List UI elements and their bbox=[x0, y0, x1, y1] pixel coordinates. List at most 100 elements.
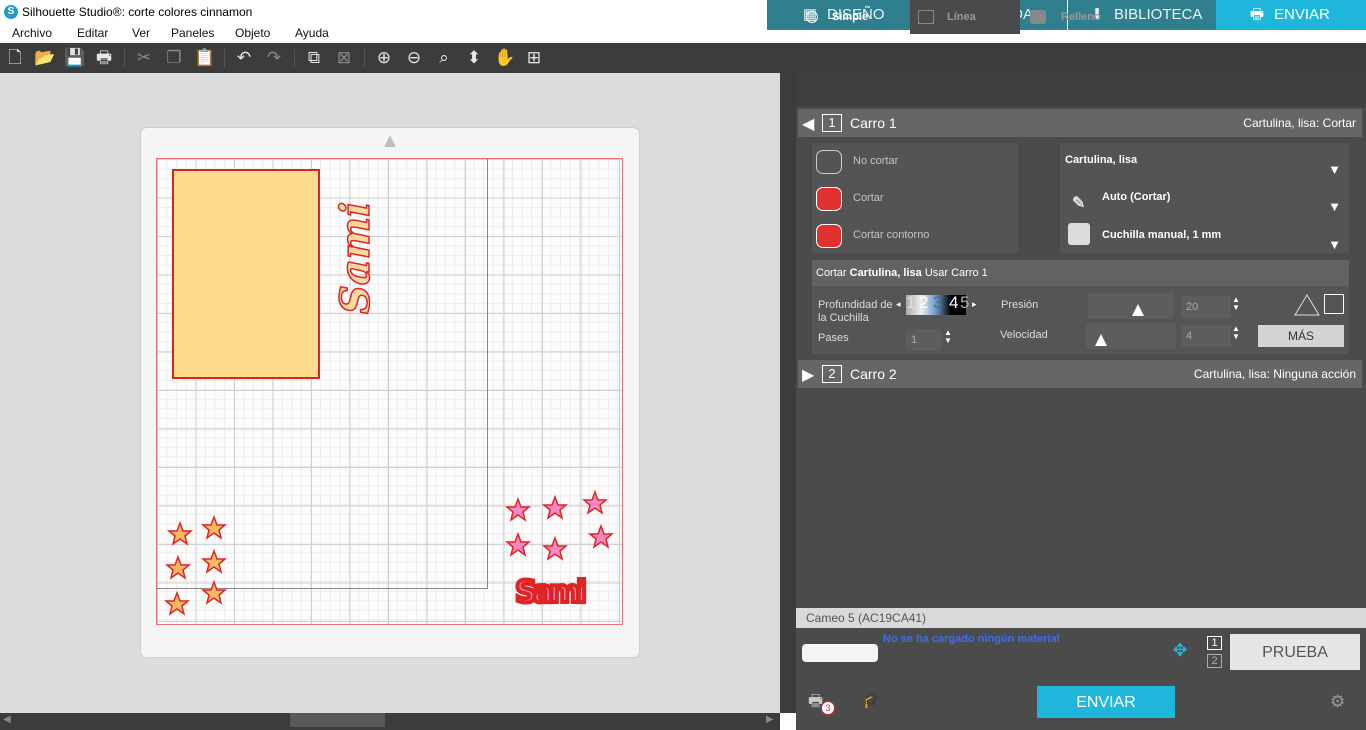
redo-icon[interactable]: ↷ bbox=[264, 48, 284, 68]
scroll-right-icon[interactable]: ▶ bbox=[766, 714, 774, 725]
option-cortar[interactable]: Cortar bbox=[812, 182, 1018, 216]
passes-label: Pases bbox=[818, 332, 849, 344]
blade-depth-label: Profundidad de la Cuchilla bbox=[818, 299, 893, 321]
test-button[interactable]: PRUEBA bbox=[1230, 634, 1360, 670]
subtab-simple-label: Simple bbox=[832, 11, 869, 23]
speed-stepper[interactable]: ▲ ▼ bbox=[1231, 325, 1241, 341]
slider-knob[interactable] bbox=[1095, 334, 1107, 346]
material-value: Cartulina, lisa bbox=[1065, 154, 1138, 166]
action-dropdown[interactable]: ✎ Auto (Cortar) ▼ bbox=[1060, 180, 1349, 214]
material-status: No se ha cargado ningún material bbox=[883, 633, 1060, 645]
print-icon[interactable]: 🖶 bbox=[94, 48, 114, 68]
cut-settings-header: Cortar Cartulina, lisa Usar Carro 1 bbox=[812, 260, 1349, 286]
gear-icon[interactable]: ⚙ bbox=[1330, 692, 1350, 712]
menu-ayuda[interactable]: Ayuda bbox=[295, 26, 329, 40]
menu-editar[interactable]: Editar bbox=[77, 26, 108, 40]
vertical-scrollbar[interactable] bbox=[780, 73, 796, 713]
toolbar-separator bbox=[364, 49, 365, 67]
subtab-linea-label: Línea bbox=[947, 11, 976, 23]
zoom-in-icon[interactable]: ⊕ bbox=[374, 48, 394, 68]
design-rectangle[interactable] bbox=[172, 169, 320, 379]
option-no-cortar[interactable]: No cortar bbox=[812, 145, 1018, 179]
horizontal-scroll-thumb[interactable] bbox=[290, 713, 385, 727]
pressure-slider[interactable] bbox=[1088, 293, 1174, 319]
depth-digit-1: 1 bbox=[906, 293, 916, 312]
no-cut-label: No cortar bbox=[853, 155, 899, 167]
carro-2-number: 2 bbox=[822, 365, 842, 383]
more-button[interactable]: MÁS bbox=[1258, 325, 1344, 347]
material-dropdown[interactable]: Cartulina, lisa ▼ bbox=[1060, 143, 1349, 177]
cut-edge-label: Cortar contorno bbox=[853, 229, 930, 241]
scroll-left-icon[interactable]: ◀ bbox=[3, 714, 11, 725]
tool-dropdown[interactable]: Cuchilla manual, 1 mm ▼ bbox=[1060, 218, 1349, 252]
menu-ver[interactable]: Ver bbox=[132, 26, 150, 40]
tutorial-icon[interactable]: 🎓 bbox=[862, 690, 886, 710]
paste-icon[interactable]: 📋 bbox=[194, 48, 215, 68]
menu-archivo[interactable]: Archivo bbox=[12, 26, 52, 40]
subtab-relleno[interactable]: Relleno bbox=[1020, 0, 1130, 34]
move-arrows-icon[interactable]: ✥ bbox=[1160, 636, 1200, 664]
collapse-icon[interactable]: ◀ bbox=[802, 114, 814, 134]
blade-depth-selector[interactable]: ◂ 1 2 3 4 5 ▸ bbox=[896, 293, 982, 317]
toolbar-separator bbox=[294, 49, 295, 67]
menu-objeto[interactable]: Objeto bbox=[235, 26, 270, 40]
ungroup-icon[interactable]: ⊠ bbox=[334, 48, 354, 68]
slider-knob[interactable] bbox=[1132, 304, 1144, 316]
carro-2-header[interactable]: ▶ 2 Carro 2 Cartulina, lisa: Ninguna acc… bbox=[798, 360, 1362, 388]
subtab-linea[interactable]: Línea bbox=[910, 0, 1020, 34]
copy-icon[interactable]: ❐ bbox=[164, 48, 184, 68]
settings-material: Cartulina, lisa bbox=[849, 267, 922, 279]
feed-direction-icon: ▲ bbox=[380, 130, 400, 152]
toolbar-separator bbox=[124, 49, 125, 67]
carriage-1-toggle[interactable]: 1 bbox=[1207, 636, 1222, 650]
tool-value: Cuchilla manual, 1 mm bbox=[1102, 229, 1222, 241]
horizontal-scrollbar[interactable] bbox=[0, 713, 780, 730]
pressure-stepper[interactable]: ▲ ▼ bbox=[1231, 296, 1241, 312]
carro-1-summary: Cartulina, lisa: Cortar bbox=[1243, 116, 1356, 130]
cut-edge-icon bbox=[816, 224, 842, 248]
option-cortar-contorno[interactable]: Cortar contorno bbox=[812, 219, 1018, 253]
depth-digit-3: 3 bbox=[933, 293, 943, 312]
cut-mode-tabs bbox=[796, 73, 1366, 107]
depth-digit-5: 5 bbox=[960, 293, 970, 312]
send-button[interactable]: ENVIAR bbox=[1037, 686, 1175, 718]
design-text-pink[interactable]: Sami bbox=[484, 567, 614, 619]
decrease-arrow-icon[interactable]: ◂ bbox=[896, 299, 901, 310]
settings-suffix: Usar Carro 1 bbox=[924, 267, 988, 279]
cutter-icon: 🖶 bbox=[1249, 6, 1265, 23]
expand-icon[interactable]: ▶ bbox=[802, 365, 814, 385]
subtab-relleno-label: Relleno bbox=[1061, 11, 1101, 23]
window-title: Silhouette Studio®: corte colores cinnam… bbox=[22, 5, 253, 19]
carro-2-summary: Cartulina, lisa: Ninguna acción bbox=[1193, 367, 1356, 381]
move-down-icon[interactable]: ⬍ bbox=[464, 48, 484, 68]
menu-paneles[interactable]: Paneles bbox=[171, 26, 214, 40]
passes-input[interactable]: 1 bbox=[906, 329, 942, 351]
undo-icon[interactable]: ↶ bbox=[234, 48, 254, 68]
save-icon[interactable]: 💾 bbox=[64, 48, 85, 68]
pan-hand-icon[interactable]: ✋ bbox=[494, 48, 515, 68]
increase-arrow-icon[interactable]: ▸ bbox=[972, 299, 977, 310]
carro-1-header[interactable]: ◀ 1 Carro 1 Cartulina, lisa: Cortar bbox=[798, 109, 1362, 137]
cut-icon[interactable]: ✂ bbox=[134, 48, 154, 68]
design-text-vertical[interactable]: Sami bbox=[331, 201, 380, 315]
group-icon[interactable]: ⧉ bbox=[304, 48, 324, 68]
pressure-input[interactable]: 20 bbox=[1181, 296, 1231, 318]
cut-label: Cortar bbox=[853, 192, 884, 204]
speed-slider[interactable] bbox=[1086, 323, 1176, 349]
open-folder-icon[interactable]: 📂 bbox=[34, 48, 55, 68]
zoom-out-icon[interactable]: ⊖ bbox=[404, 48, 424, 68]
chevron-down-icon: ▼ bbox=[1328, 237, 1341, 252]
toolbar: 🗋 📂 💾 🖶 ✂ ❐ 📋 ↶ ↷ ⧉ ⊠ ⊕ ⊖ ⌕ ⬍ ✋ ⊞ bbox=[0, 43, 767, 73]
zoom-fit-icon[interactable]: ⌕ bbox=[434, 48, 454, 68]
pressure-label: Presión bbox=[1001, 299, 1039, 311]
tab-enviar[interactable]: 🖶 ENVIAR bbox=[1216, 0, 1366, 30]
new-document-icon[interactable]: 🗋 bbox=[5, 48, 25, 68]
pen-icon: ✎ bbox=[1072, 195, 1086, 212]
subtab-simple[interactable]: Simple bbox=[806, 0, 910, 34]
passes-stepper[interactable]: ▲ ▼ bbox=[943, 329, 953, 345]
depth-digit-2: 2 bbox=[919, 293, 929, 312]
square-preview-icon bbox=[1324, 294, 1344, 314]
carriage-2-toggle[interactable]: 2 bbox=[1207, 654, 1222, 668]
add-page-icon[interactable]: ⊞ bbox=[524, 48, 544, 68]
speed-input[interactable]: 4 bbox=[1181, 325, 1231, 347]
